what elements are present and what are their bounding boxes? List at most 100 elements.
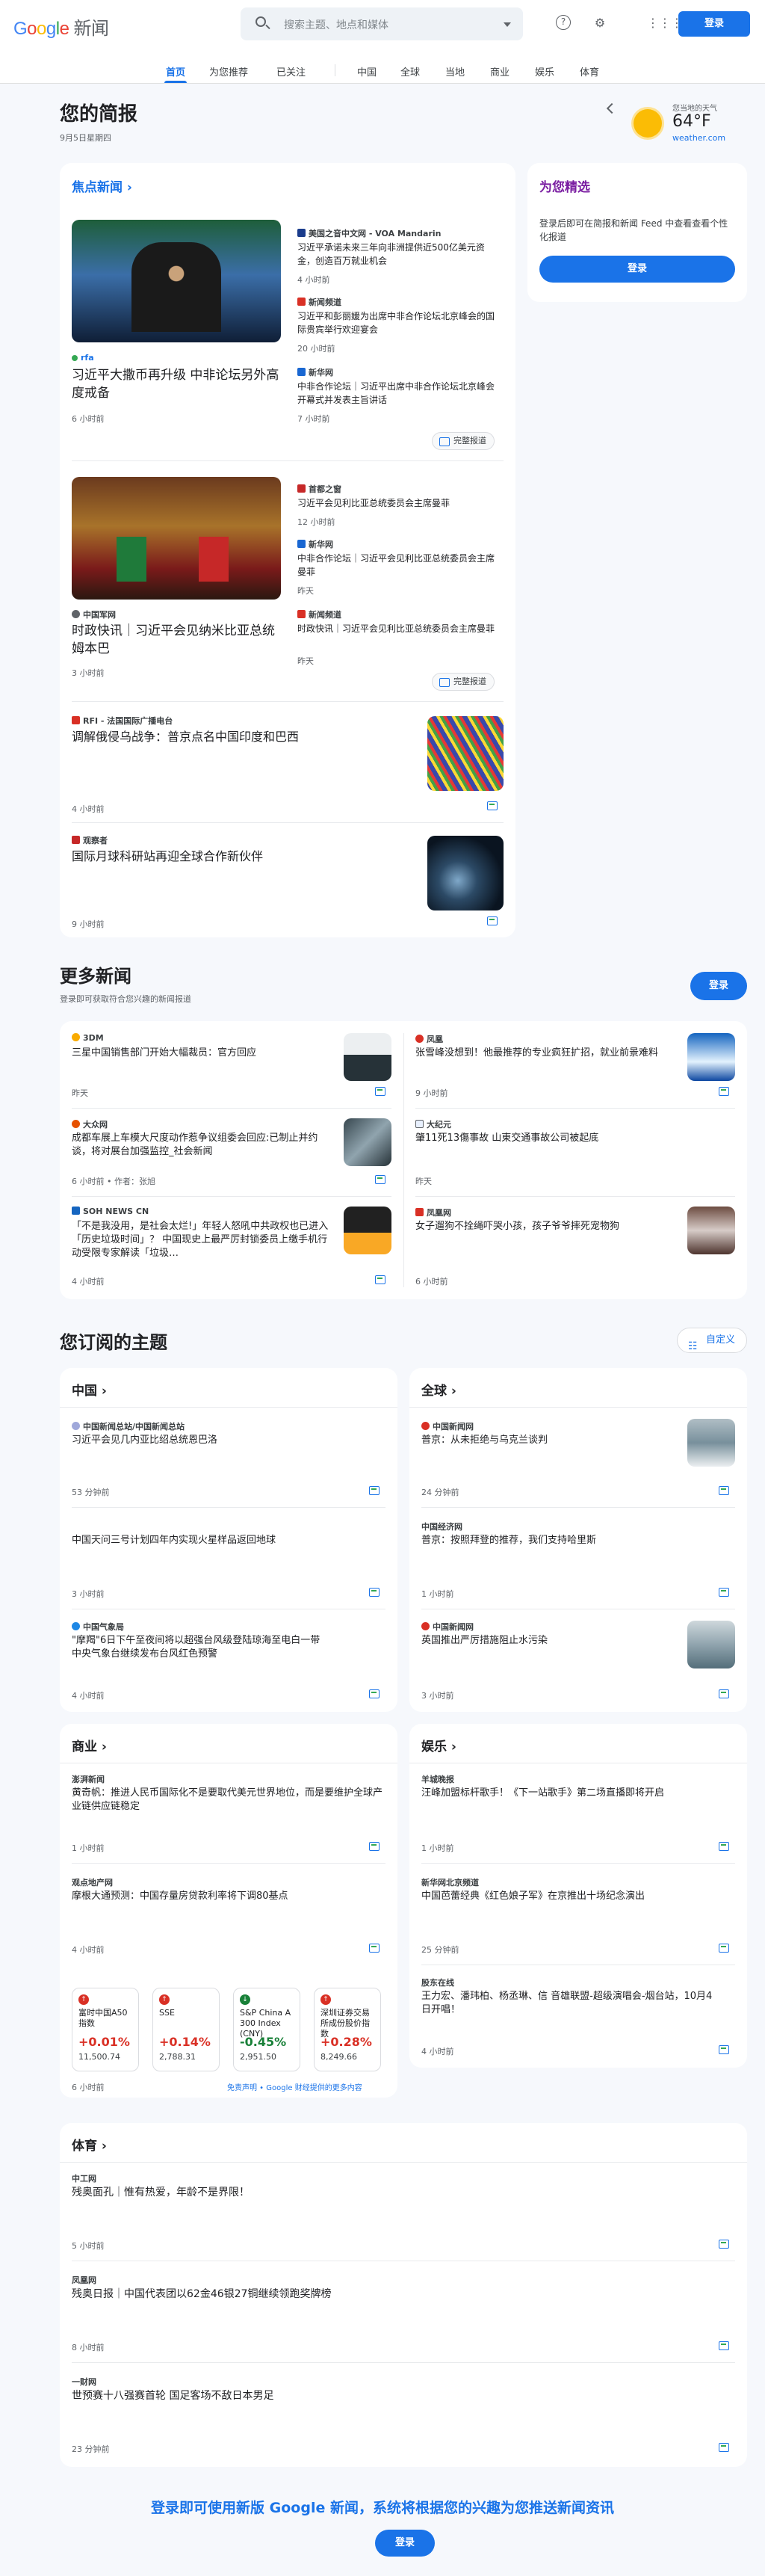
tab-home[interactable]: 首页 [166, 64, 185, 78]
full-coverage-icon[interactable] [487, 916, 498, 925]
related-title[interactable]: 习近平会见利比亚总统委员会主席曼菲 [297, 496, 499, 510]
tab-local[interactable]: 当地 [445, 64, 465, 78]
chevron-down-icon[interactable] [504, 22, 511, 27]
related-title[interactable]: 习近平承诺未来三年向非洲提供近500亿美元资金，创造百万就业机会 [297, 241, 499, 268]
tab-china[interactable]: 中国 [357, 64, 377, 78]
news-title[interactable]: 世预赛十八强赛首轮 国足客场不敌日本男足 [72, 2389, 669, 2403]
news-thumbnail[interactable] [344, 1033, 391, 1081]
story-title[interactable]: 国际月球科研站再迎全球合作新伙伴 [72, 849, 430, 864]
news-title[interactable]: 中国天问三号计划四年内实现火星样品返回地球 [72, 1534, 385, 1547]
news-title[interactable]: 残奥面孔｜惟有热爱，年龄不是界限！ [72, 2186, 669, 2199]
story-image[interactable] [72, 220, 281, 342]
full-coverage-icon[interactable] [719, 1944, 729, 1953]
story-title[interactable]: 时政快讯｜习近平会见纳米比亚总统姆本巴 [72, 622, 281, 658]
topic-business-link[interactable]: 商业 › [72, 1736, 107, 1754]
full-coverage-icon[interactable] [719, 1486, 729, 1495]
search-icon[interactable] [255, 16, 266, 27]
weather-source-link[interactable]: weather.com [672, 133, 725, 143]
full-coverage-icon[interactable] [375, 1087, 385, 1096]
story-thumbnail[interactable] [427, 836, 504, 910]
chevron-left-icon[interactable] [606, 102, 618, 114]
news-title[interactable]: 习近平会见几内亚比绍总统恩巴洛 [72, 1434, 385, 1447]
news-title[interactable]: 肇11死13傷事故 山東交通事故公司被起底 [415, 1132, 669, 1145]
news-thumbnail[interactable] [687, 1033, 735, 1081]
tab-entertainment[interactable]: 娱乐 [535, 64, 554, 78]
stock-tile[interactable]: ↑ 深圳证券交易所成份股价指数 +0.28% 8,249.66 [314, 1988, 381, 2071]
news-title[interactable]: 黄奇帆：推进人民币国际化不是要取代美元世界地位，而是要维护全球产业链供应链稳定 [72, 1787, 385, 1814]
related-title[interactable]: 习近平和彭丽媛为出席中非合作论坛北京峰会的国际贵宾举行欢迎宴会 [297, 309, 499, 336]
top-stories-link[interactable]: 焦点新闻 › [72, 176, 132, 195]
full-coverage-icon[interactable] [369, 1944, 380, 1953]
source-name: 观点地产网 [72, 1878, 113, 1888]
customize-button[interactable]: ☷ 自定义 [677, 1328, 747, 1353]
news-title[interactable]: 张雪峰没想到！他最推荐的专业疯狂扩招，就业前景难料 [415, 1047, 669, 1060]
finance-disclaimer-link[interactable]: 免责声明 • Google 财经提供的更多内容 [227, 2081, 362, 2092]
full-coverage-button[interactable]: 完整报道 [432, 432, 495, 450]
news-title[interactable]: 三星中国销售部门开始大幅裁员：官方回应 [72, 1047, 326, 1060]
related-title[interactable]: 中非合作论坛｜习近平出席中非合作论坛北京峰会开幕式并发表主旨讲话 [297, 380, 499, 407]
news-title[interactable]: 女子遛狗不拴绳吓哭小孩，孩子爷爷摔死宠物狗 [415, 1220, 669, 1233]
related-title[interactable]: 时政快讯｜习近平会见利比亚总统委员会主席曼菲 [297, 622, 499, 635]
news-title[interactable]: 成都车展上车模大尺度动作惹争议组委会回应:已制止并约谈，将对展台加强监控_社会新… [72, 1132, 326, 1159]
topic-sports-link[interactable]: 体育 › [72, 2135, 107, 2154]
apps-grid-icon[interactable]: ⋮⋮⋮ [647, 15, 683, 31]
full-coverage-icon[interactable] [719, 2240, 729, 2249]
topic-entertainment-link[interactable]: 娱乐 › [421, 1736, 456, 1754]
full-coverage-icon[interactable] [369, 1689, 380, 1698]
news-title[interactable]: 英国推出严厉措施阻止水污染 [421, 1634, 675, 1648]
news-title[interactable]: 残奥日报｜中国代表团以62金46银27铜继续领跑奖牌榜 [72, 2287, 669, 2301]
full-coverage-icon[interactable] [719, 1588, 729, 1597]
story-thumbnail[interactable] [427, 716, 504, 791]
more-news-login-button[interactable]: 登录 [690, 972, 747, 1000]
full-coverage-icon[interactable] [719, 2443, 729, 2452]
news-thumbnail[interactable] [344, 1118, 391, 1166]
news-source: 观点地产网 [72, 1876, 113, 1888]
footer-login-button[interactable]: 登录 [375, 2530, 435, 2557]
login-button[interactable]: 登录 [678, 11, 750, 37]
full-coverage-icon[interactable] [719, 1087, 729, 1096]
news-title[interactable]: 王力宏、潘玮柏、杨丞琳、信 音雄联盟-超级演唱会-烟台站，10月4日开唱！ [421, 1990, 720, 2017]
story-image[interactable] [72, 477, 281, 600]
news-thumbnail[interactable] [687, 1621, 735, 1668]
gear-icon[interactable]: ⚙ [592, 15, 608, 31]
full-coverage-button[interactable]: 完整报道 [432, 673, 495, 691]
full-coverage-icon[interactable] [369, 1588, 380, 1597]
tab-business[interactable]: 商业 [490, 64, 510, 78]
story-title[interactable]: 习近平大撒币再升级 中非论坛另外高度戒备 [72, 366, 281, 402]
full-coverage-icon[interactable] [369, 1486, 380, 1495]
stock-tile[interactable]: ↓ S&P China A 300 Index (CNY) -0.45% 2,951.… [233, 1988, 300, 2071]
logo-letter: G [13, 19, 28, 39]
for-you-login-button[interactable]: 登录 [539, 256, 735, 283]
tab-sports[interactable]: 体育 [580, 64, 599, 78]
news-thumbnail[interactable] [344, 1207, 391, 1254]
search-input[interactable]: 搜索主题、地点和媒体 [241, 7, 523, 40]
news-title[interactable]: 「不是我没用，是社会太烂!」年轻人怒吼中共政权也已进入「历史垃圾时间」？ 中国现… [72, 1220, 333, 1260]
tab-world[interactable]: 全球 [400, 64, 420, 78]
full-coverage-icon[interactable] [375, 1175, 385, 1184]
topic-world-link[interactable]: 全球 › [421, 1380, 456, 1399]
topic-china-link[interactable]: 中国 › [72, 1380, 107, 1399]
tab-following[interactable]: 已关注 [276, 64, 306, 78]
help-icon[interactable]: ? [556, 15, 571, 30]
tab-for-you[interactable]: 为您推荐 [209, 64, 248, 78]
news-title[interactable]: 汪峰加盟标杆歌手！《下一站歌手》第二场直播即将开启 [421, 1787, 735, 1800]
news-thumbnail[interactable] [687, 1419, 735, 1467]
news-title[interactable]: 摩根大通预测：中国存量房贷款利率将下调80基点 [72, 1890, 385, 1903]
full-coverage-icon[interactable] [487, 801, 498, 810]
full-coverage-icon[interactable] [719, 1842, 729, 1851]
full-coverage-icon[interactable] [375, 1275, 385, 1284]
news-title[interactable]: "摩羯"6日下午至夜间将以超强台风级登陆琼海至电白一带中央气象台继续发布台风红色… [72, 1634, 326, 1661]
google-news-logo[interactable]: Google 新闻 [13, 13, 109, 40]
full-coverage-icon[interactable] [719, 1689, 729, 1698]
full-coverage-icon[interactable] [719, 2341, 729, 2350]
news-thumbnail[interactable] [687, 1207, 735, 1254]
full-coverage-icon[interactable] [719, 2045, 729, 2054]
news-title[interactable]: 中国芭蕾经典《红色娘子军》在京推出十场纪念演出 [421, 1890, 705, 1903]
news-title[interactable]: 普京：按照拜登的推荐，我们支持哈里斯 [421, 1534, 735, 1547]
news-title[interactable]: 普京：从未拒绝与乌克兰谈判 [421, 1434, 675, 1447]
full-coverage-icon[interactable] [369, 1842, 380, 1851]
stock-tile[interactable]: ↑ SSE +0.14% 2,788.31 [152, 1988, 220, 2071]
story-title[interactable]: 调解俄侵乌战争：普京点名中国印度和巴西 [72, 730, 430, 745]
related-title[interactable]: 中非合作论坛｜习近平会见利比亚总统委员会主席曼菲 [297, 552, 499, 579]
stock-tile[interactable]: ↑ 富时中国A50指数 +0.01% 11,500.74 [72, 1988, 139, 2071]
